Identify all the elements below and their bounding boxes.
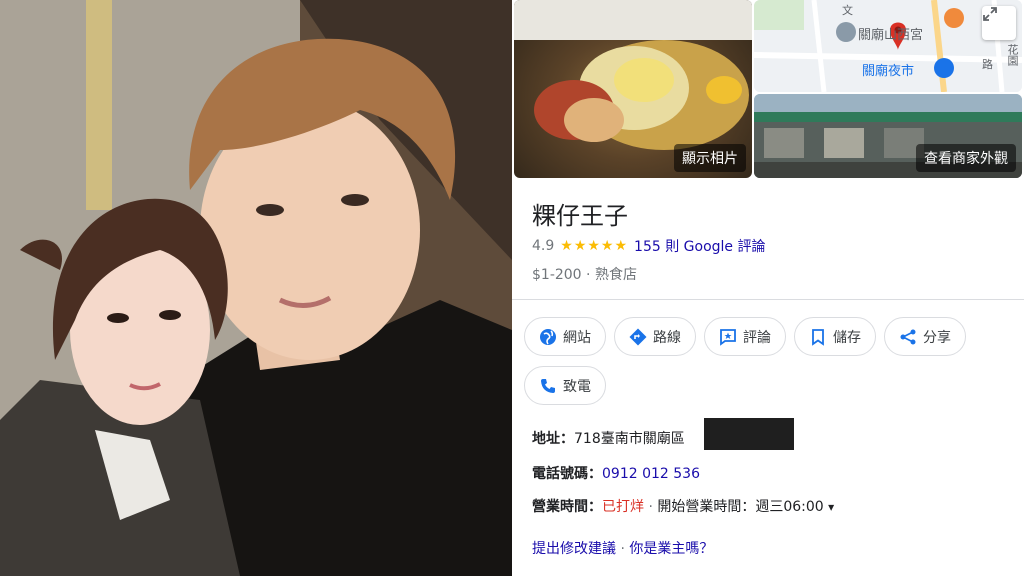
street-view-thumbnail[interactable]: 查看商家外觀 <box>754 94 1022 178</box>
map-poi-market: 關廟夜市 <box>862 64 915 79</box>
footer-links: 提出修改建議 · 你是業主嗎？ <box>532 538 713 558</box>
directions-button[interactable]: 路線 <box>614 317 696 356</box>
footer-separator: · <box>616 541 630 557</box>
phone-value[interactable]: 0912 012 536 <box>602 466 700 482</box>
directions-label: 路線 <box>653 329 681 346</box>
review-button[interactable]: 評論 <box>704 317 786 356</box>
rating-row: 4.9 ★★★★★ 155 則 Google 評論 <box>532 236 765 256</box>
expand-icon <box>983 7 997 21</box>
phone-icon <box>539 377 557 395</box>
food-photo-thumbnail[interactable]: 顯示相片 <box>514 0 752 178</box>
phone-row: 電話號碼：0912 012 536 <box>532 463 700 483</box>
globe-icon <box>539 328 557 346</box>
map-road-label-1: 文 <box>842 4 853 17</box>
owner-claim-link[interactable]: 你是業主嗎？ <box>629 541 713 557</box>
couple-selfie-photo <box>0 0 512 576</box>
place-name: 粿仔王子 <box>532 202 628 230</box>
hours-label: 營業時間： <box>532 499 602 515</box>
hours-separator: · <box>644 499 658 515</box>
place-category: 熟食店 <box>594 267 637 283</box>
map-thumbnail[interactable]: 關廟山西宮 關廟夜市 文 花園 路 <box>754 0 1022 92</box>
hours-value[interactable]: 開始營業時間：週三06:00 <box>657 499 823 515</box>
address-label: 地址： <box>532 431 574 447</box>
hours-dropdown-icon[interactable]: ▾ <box>828 500 834 514</box>
address-row: 地址：718臺南市關廟區 <box>532 428 685 448</box>
share-icon <box>899 328 917 346</box>
bookmark-icon <box>809 328 827 346</box>
place-info-panel: 顯示相片 關廟山西宮 關廟夜市 文 花園 路 查看商家外觀 粿仔王子 4.9 ★… <box>512 0 1024 576</box>
price-category-row: $1-200 · 熟食店 <box>532 264 637 284</box>
suggest-edit-link[interactable]: 提出修改建議 <box>532 541 616 557</box>
review-icon <box>719 328 737 346</box>
save-label: 儲存 <box>833 329 861 346</box>
address-value[interactable]: 718臺南市關廟區 <box>574 431 685 447</box>
action-buttons: 網站 路線 評論 儲存 分享 致電 <box>524 317 1014 405</box>
show-photos-label[interactable]: 顯示相片 <box>674 144 746 172</box>
review-label: 評論 <box>743 329 771 346</box>
divider <box>512 299 1024 300</box>
category-separator: · <box>581 267 595 283</box>
hours-status: 已打烊 <box>602 499 644 515</box>
view-storefront-label[interactable]: 查看商家外觀 <box>916 144 1016 172</box>
photo-illustration <box>0 0 512 576</box>
directions-icon <box>629 328 647 346</box>
rating-stars: ★★★★★ <box>560 238 629 254</box>
website-label: 網站 <box>563 329 591 346</box>
map-poi-temple: 關廟山西宮 <box>858 28 924 43</box>
rating-value: 4.9 <box>532 238 555 254</box>
phone-label: 電話號碼： <box>532 466 602 482</box>
price-range: $1-200 <box>532 267 582 283</box>
map-road-label-3: 路 <box>982 58 993 71</box>
call-button[interactable]: 致電 <box>524 366 606 405</box>
share-button[interactable]: 分享 <box>884 317 966 356</box>
share-label: 分享 <box>923 329 951 346</box>
redaction-box <box>704 418 794 450</box>
call-label: 致電 <box>563 378 591 395</box>
hours-row: 營業時間：已打烊 · 開始營業時間：週三06:00 ▾ <box>532 496 834 516</box>
expand-map-button[interactable] <box>982 6 1016 40</box>
map-road-label-2: 花園 <box>1006 44 1019 66</box>
save-button[interactable]: 儲存 <box>794 317 876 356</box>
website-button[interactable]: 網站 <box>524 317 606 356</box>
google-reviews-link[interactable]: 155 則 Google 評論 <box>634 236 765 256</box>
